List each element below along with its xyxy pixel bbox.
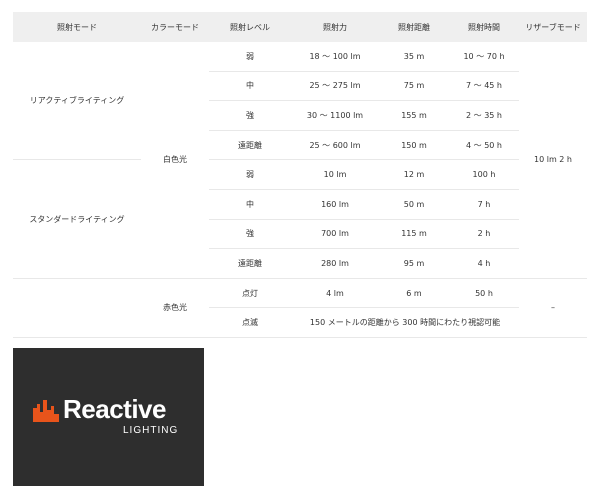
- distance-cell: 35 m: [379, 42, 449, 72]
- level-cell: 点滅: [209, 307, 291, 338]
- logo-subtitle: LIGHTING: [123, 425, 179, 436]
- mode-reactive: リアクティブライティング: [13, 42, 141, 161]
- time-cell: 2 h: [449, 219, 519, 250]
- time-cell: 4 h: [449, 248, 519, 279]
- table-row: リアクティブライティング 白色光 弱 18 〜 100 lm 35 m 10 〜…: [13, 42, 587, 164]
- level-cell: 中: [209, 71, 291, 102]
- time-cell: 4 〜 50 h: [449, 130, 519, 161]
- level-cell: 点灯: [209, 278, 291, 309]
- spec-table: 照射モード カラーモード 照射レベル 照射力 照射距離 照射時間 リザーブモード…: [13, 12, 587, 338]
- level-cell: 弱: [209, 42, 291, 72]
- reactive-bars-icon: [33, 400, 59, 422]
- power-cell: 18 〜 100 lm: [291, 42, 379, 72]
- power-cell: 4 lm: [291, 278, 379, 309]
- distance-cell: 50 m: [379, 189, 449, 220]
- level-cell: 強: [209, 100, 291, 131]
- power-cell: 30 〜 1100 lm: [291, 100, 379, 131]
- time-cell: 7 h: [449, 189, 519, 220]
- header-power: 照射力: [291, 12, 379, 42]
- level-cell: 弱: [209, 159, 291, 190]
- logo-wordmark: Reactive: [63, 394, 166, 424]
- distance-cell: 150 m: [379, 130, 449, 161]
- level-cell: 強: [209, 219, 291, 250]
- distance-cell: 115 m: [379, 219, 449, 250]
- blink-note: 150 メートルの距離から 300 時間にわたり視認可能: [291, 307, 519, 338]
- level-cell: 中: [209, 189, 291, 220]
- header-level: 照射レベル: [209, 12, 291, 42]
- power-cell: 160 lm: [291, 189, 379, 220]
- header-row: 照射モード カラーモード 照射レベル 照射力 照射距離 照射時間 リザーブモード: [13, 12, 587, 42]
- time-cell: 10 〜 70 h: [449, 42, 519, 72]
- color-white: 白色光: [163, 155, 187, 165]
- header-mode: 照射モード: [13, 12, 141, 42]
- power-cell: 10 lm: [291, 159, 379, 190]
- header-distance: 照射距離: [379, 12, 449, 42]
- time-cell: 50 h: [449, 278, 519, 309]
- mode-standard: スタンダードライティング: [29, 214, 125, 224]
- power-cell: 25 〜 275 lm: [291, 71, 379, 102]
- time-cell: 100 h: [449, 159, 519, 190]
- table-row: 赤色光 点灯 4 lm 6 m 50 h –: [13, 278, 587, 338]
- color-red: 赤色光: [141, 278, 209, 338]
- reserve-red: –: [519, 278, 587, 338]
- power-cell: 700 lm: [291, 219, 379, 250]
- level-cell: 遠距離: [209, 248, 291, 279]
- level-cell: 遠距離: [209, 130, 291, 161]
- reserve-white: 10 lm 2 h: [534, 155, 572, 165]
- time-cell: 7 〜 45 h: [449, 71, 519, 102]
- header-color: カラーモード: [141, 12, 209, 42]
- time-cell: 2 〜 35 h: [449, 100, 519, 131]
- distance-cell: 6 m: [379, 278, 449, 309]
- distance-cell: 75 m: [379, 71, 449, 102]
- power-cell: 25 〜 600 lm: [291, 130, 379, 161]
- power-cell: 280 lm: [291, 248, 379, 279]
- distance-cell: 12 m: [379, 159, 449, 190]
- table-row: スタンダードライティング 弱 10 lm 12 m 100 h: [13, 159, 587, 224]
- mode-red-empty: [13, 278, 141, 338]
- distance-cell: 95 m: [379, 248, 449, 279]
- distance-cell: 155 m: [379, 100, 449, 131]
- header-reserve: リザーブモード: [519, 12, 587, 42]
- header-time: 照射時間: [449, 12, 519, 42]
- reactive-lighting-logo: Reactive LIGHTING: [13, 348, 204, 486]
